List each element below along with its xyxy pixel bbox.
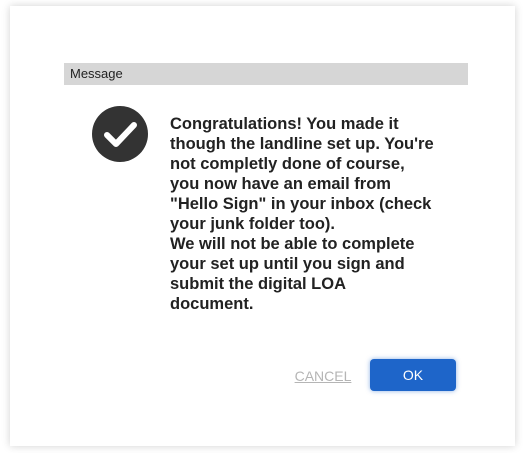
ok-button[interactable]: OK (370, 359, 456, 391)
dialog-title-bar: Message (64, 63, 468, 85)
checkmark-circle-icon (92, 106, 148, 162)
dialog-title: Message (70, 66, 123, 81)
dialog-message: Congratulations! You made it though the … (170, 115, 434, 313)
cancel-button[interactable]: CANCEL (288, 362, 358, 390)
